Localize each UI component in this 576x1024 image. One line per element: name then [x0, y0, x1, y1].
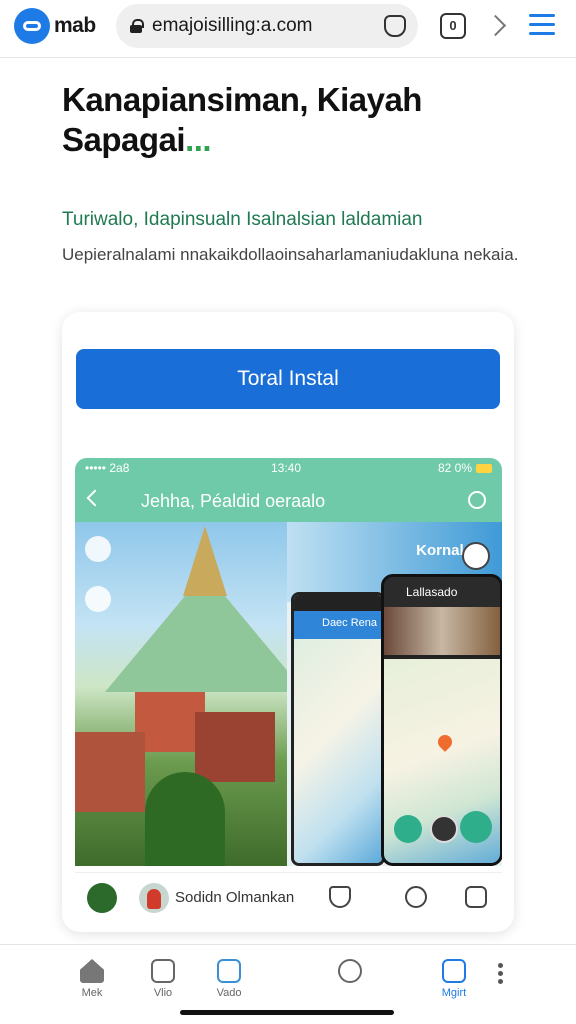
install-button[interactable]: Toral Instal — [76, 349, 500, 409]
nav-item-2-label: Vlio — [153, 987, 173, 999]
nav-item-active[interactable]: Mgirt — [424, 959, 484, 999]
like-icon[interactable] — [329, 886, 351, 908]
preview-status-bar: ••••• 2a8 13:40 82 0% — [75, 458, 502, 480]
photo-chip-icon — [85, 586, 111, 612]
lock-icon — [130, 19, 144, 33]
temple-photo — [75, 522, 287, 866]
description: Uepieralnalami nnakaikdollaoinsaharlaman… — [62, 245, 519, 264]
map-pin-icon — [435, 732, 455, 752]
search-icon[interactable] — [405, 886, 427, 908]
camera-icon — [217, 959, 241, 983]
install-card: Toral Instal ••••• 2a8 13:40 82 0% Jehha… — [62, 312, 514, 932]
preview-battery-text: 82 0% — [437, 461, 472, 475]
title-dots: ... — [185, 121, 212, 158]
back-icon — [86, 489, 104, 507]
share-icon[interactable] — [465, 886, 487, 908]
battery-icon — [476, 464, 492, 473]
shield-icon[interactable] — [384, 15, 406, 37]
preview-signal: ••••• 2a8 — [85, 461, 130, 475]
home-icon — [80, 959, 104, 983]
info-icon — [338, 959, 362, 983]
map-icon — [442, 959, 466, 983]
footer-label[interactable]: Sodidn Olmankan — [175, 889, 294, 906]
subheading: Turiwalo, Idapinsualn Isalnalsian laldam… — [62, 209, 423, 230]
url-text: emajoisilling:a.com — [152, 15, 313, 36]
card-footer: Sodidn Olmankan — [75, 872, 502, 922]
photo-chip-icon — [85, 536, 111, 562]
avatar[interactable] — [87, 883, 117, 913]
preview-nav-bar: Jehha, Péaldid oeraalo — [75, 480, 502, 522]
clock-icon — [468, 491, 486, 509]
preview-time: 13:40 — [271, 461, 302, 475]
app-preview-image: ••••• 2a8 13:40 82 0% Jehha, Péaldid oer… — [75, 458, 502, 866]
fab-icon — [394, 815, 422, 843]
nav-home[interactable]: Mek — [62, 959, 122, 999]
fab-icon — [430, 815, 458, 843]
home-indicator — [180, 1010, 394, 1015]
app-logo[interactable]: mab — [14, 8, 96, 44]
hamburger-menu-icon[interactable] — [529, 14, 555, 36]
preview-title: Jehha, Péaldid oeraalo — [141, 491, 326, 511]
more-options-icon[interactable] — [498, 963, 504, 985]
map-preview: Kornala Daec Rena Lallasado — [287, 522, 502, 866]
nav-item-4[interactable] — [320, 959, 380, 987]
logo-text: mab — [54, 14, 96, 37]
tabs-button[interactable]: 0 — [440, 13, 466, 39]
forward-icon[interactable] — [488, 12, 504, 40]
nav-item-2[interactable]: Vlio — [133, 959, 193, 999]
fab-icon — [460, 811, 492, 843]
phone2-header: Lallasado — [384, 577, 500, 607]
page-title: Kanapiansiman, Kiayah Sapagai... — [62, 80, 532, 160]
phone-mockup-right: Lallasado — [381, 574, 502, 866]
address-bar[interactable]: emajoisilling:a.com — [116, 4, 418, 48]
logo-icon — [14, 8, 50, 44]
phone-mockup-left: Daec Rena — [291, 592, 385, 866]
compass-icon — [462, 542, 490, 570]
nav-item-3-label: Vado — [216, 987, 242, 999]
browser-toolbar: mab emajoisilling:a.com 0 — [0, 0, 576, 58]
avatar[interactable] — [139, 883, 169, 913]
video-icon — [151, 959, 175, 983]
nav-item-5-label: Mgirt — [441, 987, 467, 999]
nav-item-3[interactable]: Vado — [199, 959, 259, 999]
phone1-header: Daec Rena — [294, 611, 382, 639]
nav-home-label: Mek — [81, 987, 103, 999]
page-title-text: Kanapiansiman, Kiayah Sapagai — [62, 81, 422, 158]
